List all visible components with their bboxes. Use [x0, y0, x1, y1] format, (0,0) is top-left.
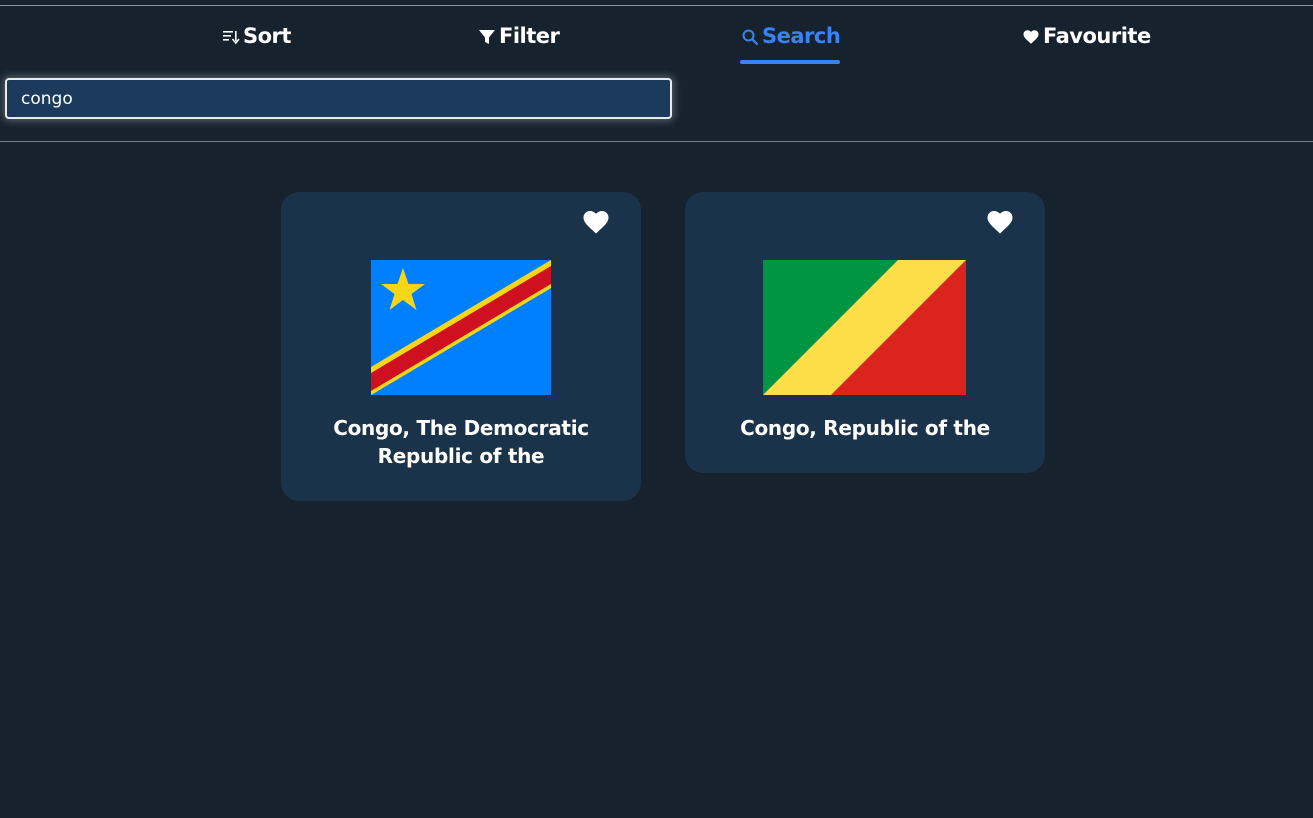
active-tab-indicator [740, 60, 841, 64]
section-divider [0, 141, 1313, 142]
favourite-heart-icon[interactable] [581, 206, 611, 236]
sort-icon [221, 24, 241, 50]
tab-search[interactable]: Search [740, 24, 841, 64]
favourite-heart-icon[interactable] [985, 206, 1015, 236]
top-divider [0, 5, 1313, 6]
country-name: Congo, The Democratic Republic of the [333, 416, 589, 468]
tab-sort[interactable]: Sort [221, 24, 291, 64]
tab-sort-label: Sort [243, 24, 291, 48]
tab-favourite-label: Favourite [1043, 24, 1151, 48]
search-input[interactable] [5, 78, 672, 119]
country-name: Congo, Republic of the [740, 416, 990, 440]
tab-filter-label: Filter [499, 24, 560, 48]
tab-bar: Sort Filter Search Favourite [0, 18, 1313, 66]
heart-icon [1021, 24, 1041, 50]
tab-search-label: Search [762, 24, 841, 48]
tab-filter[interactable]: Filter [477, 24, 560, 64]
country-card[interactable]: Congo, The Democratic Republic of the [281, 192, 641, 501]
country-card[interactable]: Congo, Republic of the [685, 192, 1045, 473]
tab-favourite[interactable]: Favourite [1021, 24, 1151, 64]
search-icon [740, 24, 760, 50]
drc-flag [371, 260, 551, 395]
filter-icon [477, 24, 497, 50]
republic-of-congo-flag [763, 260, 966, 395]
